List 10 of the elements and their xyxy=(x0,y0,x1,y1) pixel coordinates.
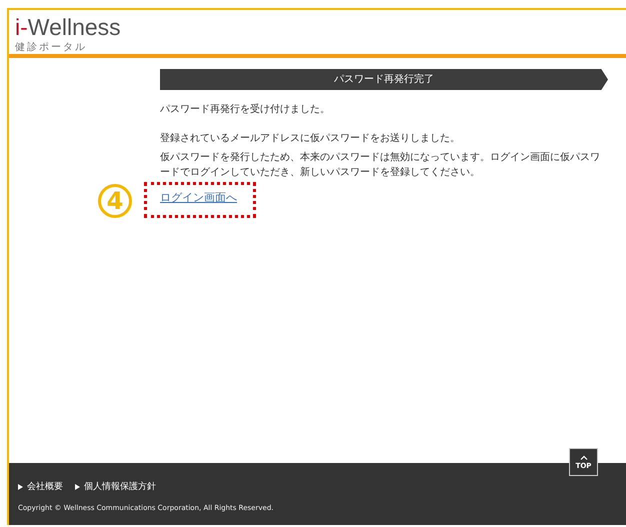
message-text: 仮パスワードを発行したため、本来のパスワードは無効になっています。ログイン画面に仮パスワードでログインしていただき、新しいパスワードを登録してください。 xyxy=(160,150,601,180)
page-title-bar: パスワード再発行完了 xyxy=(160,69,608,90)
login-link[interactable]: ログイン画面へ xyxy=(160,190,237,205)
logo-text: i-Wellness xyxy=(15,16,122,39)
footer-link[interactable]: 会社概要 xyxy=(27,480,63,493)
footer-link[interactable]: 個人情報保護方針 xyxy=(84,480,156,493)
message-text: 登録されているメールアドレスに仮パスワードをお送りしました。 xyxy=(160,132,461,146)
step-number-badge: 4 xyxy=(98,184,132,218)
logo-subtitle: 健診ポータル xyxy=(15,40,88,54)
message-text: パスワード再発行を受け付けました。 xyxy=(160,102,331,117)
